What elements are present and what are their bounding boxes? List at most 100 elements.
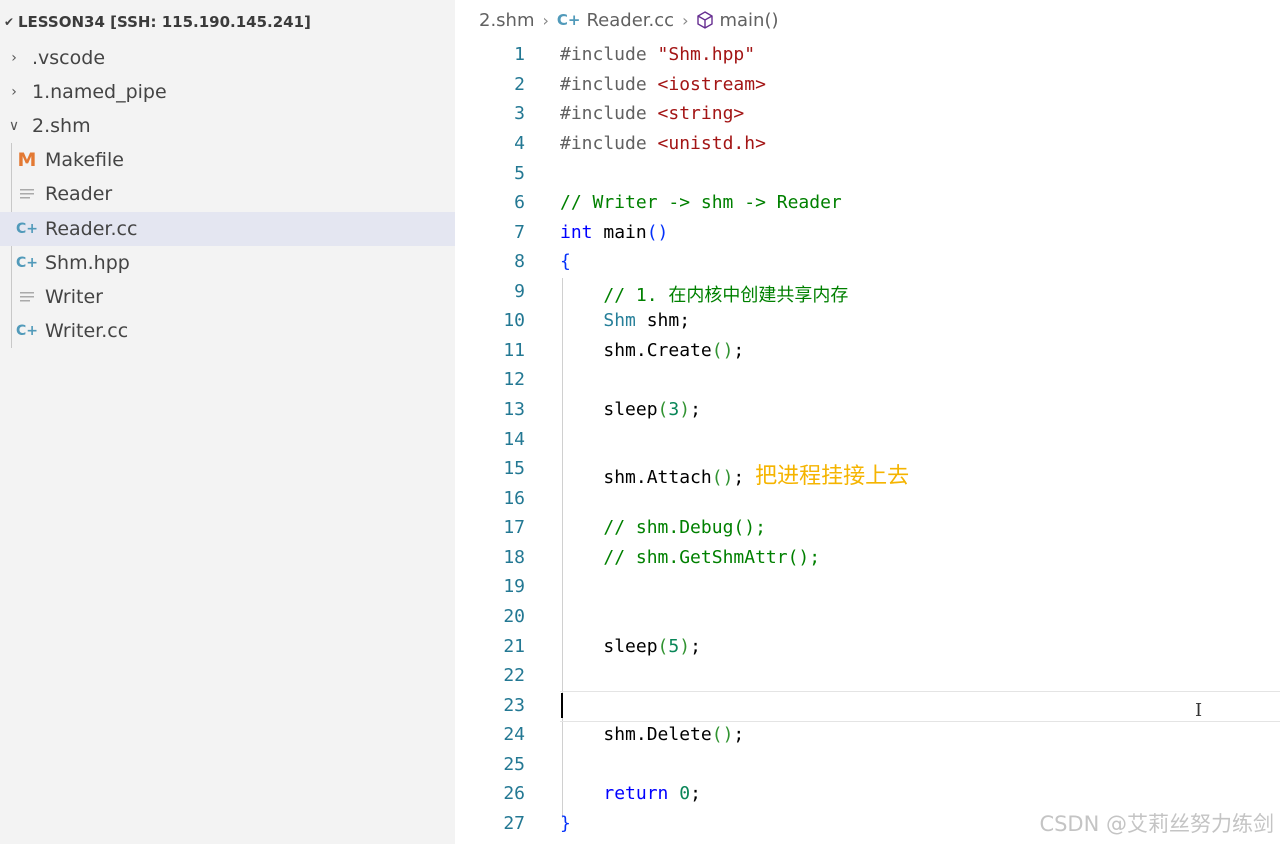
line-number[interactable]: 26 (455, 783, 525, 804)
tree-item-label: .vscode (32, 47, 106, 69)
tree-item-named-pipe[interactable]: › 1.named_pipe (0, 75, 455, 109)
line-number[interactable]: 24 (455, 724, 525, 745)
breadcrumb-file[interactable]: C+ Reader.cc (557, 10, 674, 31)
code-line[interactable]: { (560, 251, 571, 272)
line-number[interactable]: 7 (455, 222, 525, 243)
tree-item-writer-cc[interactable]: C+ Writer.cc (0, 314, 455, 348)
code-token: ) (679, 636, 691, 657)
code-line[interactable]: #include <iostream> (560, 74, 766, 95)
code-line[interactable]: // shm.Debug(); (560, 517, 766, 538)
breadcrumb: 2.shm › C+ Reader.cc › main() (455, 0, 1280, 40)
code-line[interactable]: shm.Delete(); (560, 724, 744, 745)
line-number[interactable]: 25 (455, 754, 525, 775)
line-number[interactable]: 8 (455, 251, 525, 272)
code-token: shm.Create (603, 340, 712, 361)
code-token: ( (657, 399, 669, 420)
line-number[interactable]: 12 (455, 369, 525, 390)
code-comment: // shm.GetShmAttr(); (603, 547, 821, 568)
code-number: 3 (668, 399, 680, 420)
code-token: #include (560, 133, 658, 154)
code-line[interactable]: shm.Attach(); 把进程挂接上去 (560, 458, 909, 490)
line-number[interactable]: 19 (455, 576, 525, 597)
explorer-root-header[interactable]: ✔ LESSON34 [SSH: 115.190.145.241] (0, 8, 311, 36)
code-keyword: return (603, 783, 669, 804)
text-file-icon (17, 287, 37, 307)
code-token: <unistd.h> (657, 133, 766, 154)
code-token: ; (733, 340, 745, 361)
code-line[interactable]: } (560, 813, 571, 834)
code-comment: // Writer -> shm -> Reader (560, 192, 842, 213)
line-number[interactable]: 20 (455, 606, 525, 627)
line-number[interactable]: 21 (455, 636, 525, 657)
code-line[interactable]: shm.Create(); (560, 340, 744, 361)
breadcrumb-symbol[interactable]: main() (696, 10, 779, 31)
cpp-file-icon: C+ (556, 11, 581, 29)
line-number[interactable]: 1 (455, 44, 525, 65)
code-token: sleep (603, 399, 658, 420)
tree-item-reader-cc[interactable]: C+ Reader.cc (0, 212, 455, 246)
line-number[interactable]: 9 (455, 281, 525, 302)
annotation-note: 把进程挂接上去 (755, 464, 910, 489)
code-token: ) (679, 399, 691, 420)
chevron-down-icon: ✔ (3, 15, 15, 29)
code-editor[interactable]: 2.shm › C+ Reader.cc › main() I 1 2 3 4 … (455, 0, 1280, 844)
tree-item-label: Shm.hpp (45, 252, 130, 274)
code-line[interactable]: sleep(3); (560, 399, 701, 420)
code-token: shm; (635, 310, 691, 331)
line-number[interactable]: 11 (455, 340, 525, 361)
line-number[interactable]: 15 (455, 458, 525, 479)
code-keyword: int (560, 222, 593, 243)
line-number[interactable]: 13 (455, 399, 525, 420)
watermark: CSDN @艾莉丝努力练剑 (1039, 812, 1274, 836)
code-token: ; (733, 467, 745, 488)
code-line[interactable]: // shm.GetShmAttr(); (560, 547, 820, 568)
line-number[interactable]: 10 (455, 310, 525, 331)
code-line[interactable]: // 1. 在内核中创建共享内存 (560, 281, 848, 307)
makefile-icon: M (17, 149, 37, 171)
cpp-file-icon: C+ (16, 323, 39, 339)
code-line[interactable]: // Writer -> shm -> Reader (560, 192, 842, 213)
code-token: <string> (657, 103, 745, 124)
code-token: #include (560, 103, 658, 124)
cpp-file-icon: C+ (16, 255, 39, 271)
line-number[interactable]: 23 (455, 695, 525, 716)
tree-item-label: 2.shm (32, 115, 91, 137)
tree-item-shm-folder[interactable]: ∨ 2.shm (0, 109, 455, 143)
breadcrumb-folder[interactable]: 2.shm (479, 10, 535, 31)
line-number[interactable]: 2 (455, 74, 525, 95)
code-line[interactable]: #include <string> (560, 103, 744, 124)
tree-item-label: Reader.cc (45, 218, 138, 240)
line-number[interactable]: 16 (455, 488, 525, 509)
code-comment: // shm.Debug(); (603, 517, 766, 538)
tree-item-vscode[interactable]: › .vscode (0, 41, 455, 75)
code-token: shm.Delete (603, 724, 712, 745)
line-number[interactable]: 18 (455, 547, 525, 568)
line-number[interactable]: 6 (455, 192, 525, 213)
line-number[interactable]: 22 (455, 665, 525, 686)
line-number[interactable]: 3 (455, 103, 525, 124)
chevron-right-icon: › (542, 10, 549, 30)
code-line[interactable]: Shm shm; (560, 310, 690, 331)
code-line[interactable]: #include "Shm.hpp" (560, 44, 755, 65)
code-token: ; (690, 399, 701, 420)
tree-item-writer[interactable]: Writer (0, 280, 455, 314)
line-number[interactable]: 5 (455, 163, 525, 184)
text-file-icon (17, 184, 37, 204)
chevron-right-icon: › (682, 10, 689, 30)
tree-item-makefile[interactable]: M Makefile (0, 143, 455, 177)
line-number[interactable]: 4 (455, 133, 525, 154)
code-line[interactable]: int main() (560, 222, 668, 243)
code-token: () (711, 724, 734, 745)
tree-item-label: Reader (45, 183, 113, 205)
line-number[interactable]: 17 (455, 517, 525, 538)
code-brace: { (560, 251, 571, 272)
line-number[interactable]: 14 (455, 429, 525, 450)
tree-item-reader[interactable]: Reader (0, 177, 455, 211)
line-number[interactable]: 27 (455, 813, 525, 834)
tree-item-shm-hpp[interactable]: C+ Shm.hpp (0, 246, 455, 280)
code-line[interactable]: return 0; (560, 783, 701, 804)
code-number: 0 (679, 783, 691, 804)
code-line[interactable]: #include <unistd.h> (560, 133, 766, 154)
code-line[interactable]: sleep(5); (560, 636, 701, 657)
